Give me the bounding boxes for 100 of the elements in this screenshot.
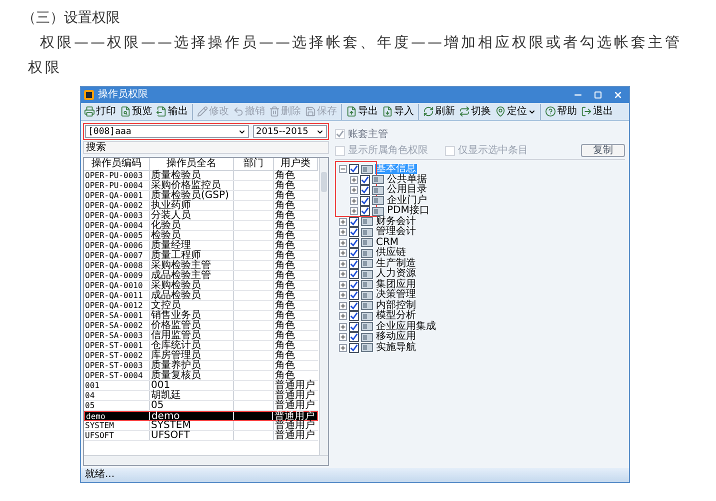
table-cell-text: 角色	[274, 221, 296, 230]
table-cell: 文控员	[150, 301, 234, 310]
column-header[interactable]: 部门	[234, 158, 274, 170]
tree-item[interactable]: 人力资源	[375, 269, 417, 279]
table-row[interactable]: OPER-QA-0009 成品检验主管 角色	[84, 271, 318, 281]
toolbar-button[interactable]: 导出	[345, 104, 379, 120]
toolbar-button[interactable]: 帮助	[544, 104, 578, 120]
table-cell-text: 角色	[274, 331, 296, 340]
table-cell-text: 普通用户	[275, 421, 316, 430]
table-row[interactable]: OPER-ST-0002 库房管理员 角色	[84, 351, 318, 361]
table-cell-text: 角色	[274, 321, 296, 330]
table-cell: OPER-QA-0006	[84, 241, 150, 250]
table-row[interactable]: OPER-ST-0003 质量养护员 角色	[84, 361, 318, 371]
table-row[interactable]: OPER-QA-0004 化验员 角色	[84, 221, 318, 231]
toolbar-button[interactable]: 定位	[494, 104, 537, 120]
column-header[interactable]: 用户类	[274, 158, 318, 170]
table-cell: 质量检验员	[150, 171, 234, 180]
table-cell: OPER-PU-0003	[84, 171, 150, 180]
table-cell: UFSOFT	[84, 431, 150, 440]
tree-item[interactable]: 内部控制	[375, 300, 417, 310]
table-cell-text: 角色	[274, 171, 296, 180]
tree-item[interactable]: 企业门户	[386, 196, 428, 206]
table-row[interactable]: OPER-ST-0001 仓库统计员 角色	[84, 341, 318, 351]
column-header[interactable]: 操作员编码	[84, 158, 150, 170]
table-row[interactable]: OPER-QA-0012 文控员 角色	[84, 301, 318, 311]
table-row[interactable]: 001 001 普通用户	[84, 381, 318, 391]
table-row[interactable]: demo demo 普通用户	[84, 411, 318, 421]
table-cell: 分装人员	[150, 211, 234, 220]
toolbar-button[interactable]: 刷新	[422, 104, 456, 120]
table-row[interactable]: UFSOFT UFSOFT 普通用户	[84, 431, 318, 441]
table-row[interactable]: OPER-QA-0005 检验员 角色	[84, 231, 318, 241]
table-cell: 质量工程师	[150, 251, 234, 260]
toolbar-button[interactable]: 退出	[580, 104, 614, 120]
table-row[interactable]: OPER-SA-0003 信用监管员 角色	[84, 331, 318, 341]
toolbar-button[interactable]: 导入	[381, 104, 415, 120]
checkbox-label: 仅显示选中条目	[458, 144, 528, 158]
table-row[interactable]: OPER-SA-0002 价格监管员 角色	[84, 321, 318, 331]
table-cell-text: 普通用户	[274, 391, 316, 400]
table-cell: demo	[150, 412, 234, 420]
table-row[interactable]: OPER-QA-0008 采购检验主管 角色	[84, 261, 318, 271]
table-cell-text: 角色	[274, 371, 295, 380]
table-cell: 采购检验员	[150, 281, 234, 290]
tree-item[interactable]: CRM	[375, 238, 400, 248]
table-row[interactable]: OPER-QA-0002 执业药师 角色	[84, 201, 318, 211]
table-row[interactable]: 04 胡凯廷 普通用户	[84, 391, 318, 401]
toolbar-button[interactable]: 预览	[119, 104, 153, 120]
toolbar-button[interactable]: 输出	[155, 104, 189, 120]
toolbar-button[interactable]: 打印	[83, 104, 117, 120]
table-cell: 检验员	[150, 231, 234, 240]
tree-item[interactable]: 模型分析	[375, 311, 417, 321]
table-row[interactable]: OPER-QA-0011 成品检验员 角色	[84, 291, 318, 301]
table-cell: 执业药师	[150, 201, 234, 210]
checkbox-label: 账套主管	[348, 128, 388, 142]
table-cell: 质量养护员	[150, 361, 234, 370]
table-cell: OPER-QA-0002	[84, 201, 150, 210]
tree-item[interactable]: 移动应用	[375, 332, 417, 342]
table-row[interactable]: OPER-SA-0001 销售业务员 角色	[84, 311, 318, 321]
table-cell: 价格监管员	[150, 321, 234, 330]
table-cell: OPER-SA-0001	[84, 311, 150, 320]
table-row[interactable]: OPER-QA-0001 质量检验员(GSP) 角色	[84, 191, 318, 201]
table-row[interactable]: OPER-PU-0003 质量检验员 角色	[84, 171, 318, 181]
table-row[interactable]: OPER-QA-0006 质量经理 角色	[84, 241, 318, 251]
table-cell: OPER-QA-0010	[84, 281, 150, 290]
table-cell: 001	[84, 381, 150, 390]
table-cell: 05	[150, 401, 234, 410]
table-row[interactable]: OPER-PU-0004 采购价格监控员 角色	[84, 181, 318, 191]
tree-item[interactable]: 决策管理	[375, 290, 417, 300]
table-row[interactable]: OPER-QA-0010 采购检验员 角色	[84, 281, 318, 291]
tree-item[interactable]: 实施导航	[375, 342, 417, 352]
column-header[interactable]: 操作员全名	[150, 158, 234, 170]
table-cell-text: 角色	[274, 291, 296, 300]
year-select[interactable]: 2015--2015	[253, 125, 327, 138]
table-row[interactable]: SYSTEM SYSTEM 普通用户	[84, 421, 318, 431]
tree-item[interactable]: 公用目录	[386, 185, 428, 195]
table-cell: 采购检验主管	[150, 261, 234, 270]
table-cell: 05	[84, 401, 150, 410]
table-cell: OPER-QA-0012	[84, 301, 150, 310]
table-cell-text: 角色	[274, 201, 296, 210]
search-field[interactable]: 搜索	[83, 141, 329, 154]
tree-item[interactable]: 企业应用集成	[375, 322, 437, 332]
copy-button[interactable]: 复制	[581, 144, 625, 157]
table-row[interactable]: OPER-QA-0007 质量工程师 角色	[84, 251, 318, 261]
tree-item[interactable]: 财务会计	[375, 216, 417, 226]
tree-item[interactable]: 供应链	[375, 248, 407, 258]
table-cell: OPER-ST-0001	[84, 341, 150, 350]
table-cell: 质量检验员(GSP)	[150, 191, 234, 200]
table-cell-text: 角色	[274, 181, 296, 190]
table-cell-text: 普通用户	[275, 401, 316, 410]
table-cell: OPER-QA-0008	[84, 261, 150, 270]
tree-item[interactable]: 生产制造	[375, 258, 417, 268]
toolbar-button[interactable]: 切换	[458, 104, 492, 120]
table-row[interactable]: OPER-ST-0004 质量复核员 角色	[84, 371, 318, 381]
tree-item[interactable]: PDM接口	[386, 206, 430, 216]
window-title: 操作员权限	[98, 89, 148, 101]
tree-item[interactable]: 管理会计	[375, 227, 417, 237]
tree-item[interactable]: 集团应用	[375, 280, 417, 290]
table-row[interactable]: OPER-QA-0003 分装人员 角色	[84, 211, 318, 221]
tree-item[interactable]: 公共单据	[386, 174, 428, 184]
account-select[interactable]: [008]aaa	[85, 125, 249, 138]
table-cell-text: 角色	[274, 301, 296, 310]
